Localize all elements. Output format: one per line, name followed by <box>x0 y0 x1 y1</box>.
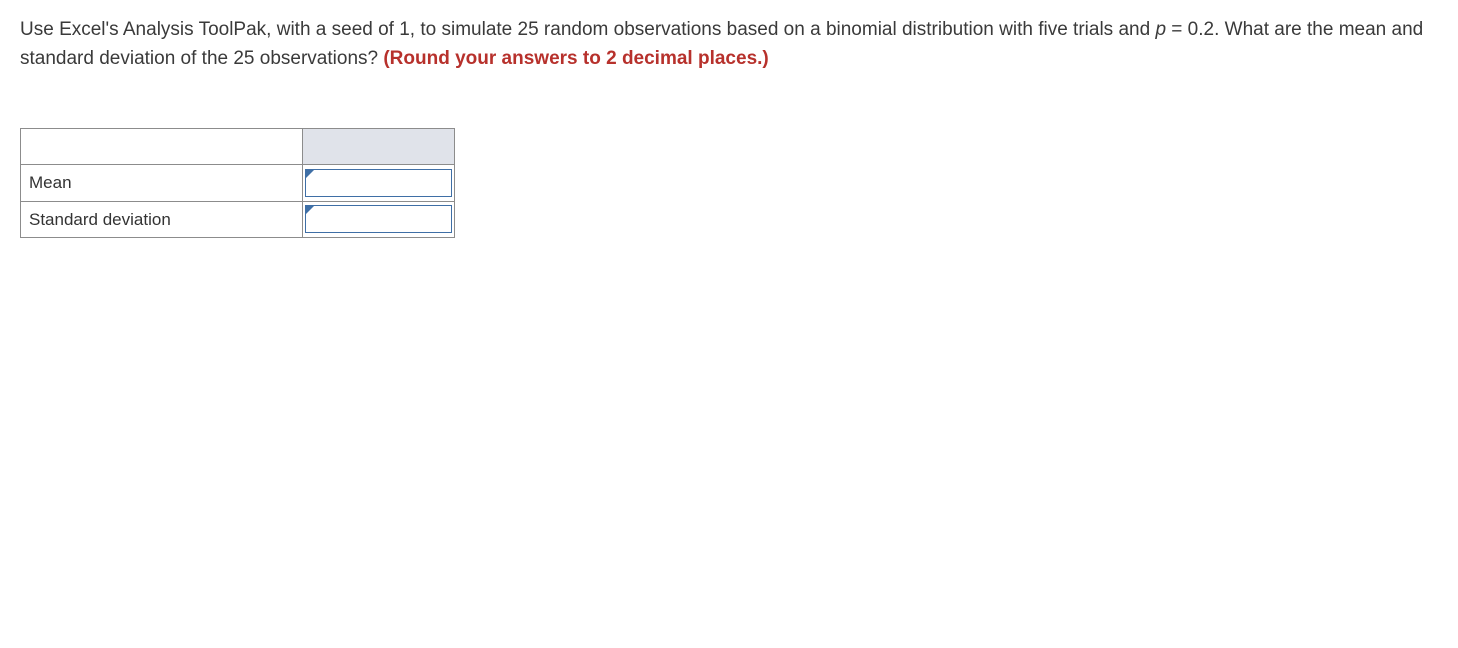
row-label-mean: Mean <box>21 165 303 202</box>
answer-table: Mean Standard deviation <box>20 128 455 238</box>
row-input-cell-stddev <box>303 201 455 238</box>
row-input-cell-mean <box>303 165 455 202</box>
header-blank-label <box>21 129 303 165</box>
row-label-stddev: Standard deviation <box>21 201 303 238</box>
mean-input[interactable] <box>305 169 452 197</box>
question-variable-p: p <box>1155 19 1166 40</box>
question-block: Use Excel's Analysis ToolPak, with a see… <box>20 16 1438 73</box>
question-text-part1: Use Excel's Analysis ToolPak, with a see… <box>20 19 1155 40</box>
table-row: Standard deviation <box>21 201 455 238</box>
table-row: Mean <box>21 165 455 202</box>
table-header-row <box>21 129 455 165</box>
header-blank-input <box>303 129 455 165</box>
question-instruction: (Round your answers to 2 decimal places.… <box>383 48 768 69</box>
stddev-input[interactable] <box>305 205 452 233</box>
